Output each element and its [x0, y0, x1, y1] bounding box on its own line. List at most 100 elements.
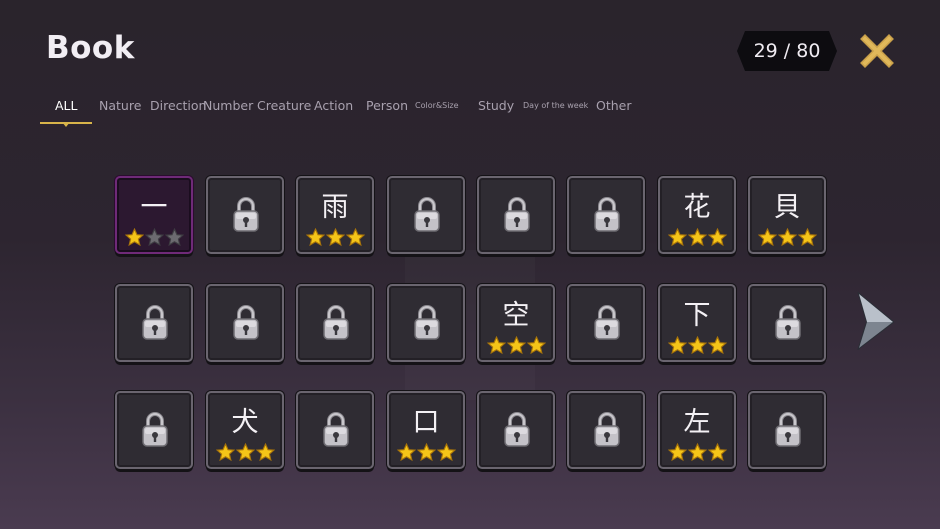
- star-rating: [208, 443, 282, 462]
- locked-card[interactable]: [115, 391, 193, 469]
- star-empty-icon: [164, 228, 184, 247]
- star-filled-icon: [667, 443, 687, 462]
- kanji-character: 花: [683, 192, 711, 223]
- star-filled-icon: [687, 443, 707, 462]
- padlock-icon: [775, 412, 801, 447]
- tab-all[interactable]: ALL: [55, 98, 77, 113]
- star-filled-icon: [235, 443, 255, 462]
- star-filled-icon: [255, 443, 275, 462]
- star-filled-icon: [707, 336, 727, 355]
- locked-card[interactable]: [748, 284, 826, 362]
- kanji-card[interactable]: 空: [477, 284, 555, 362]
- kanji-character: 雨: [321, 192, 349, 223]
- star-filled-icon: [707, 443, 727, 462]
- kanji-character: 空: [502, 300, 530, 331]
- star-filled-icon: [667, 336, 687, 355]
- star-rating: [660, 228, 734, 247]
- star-empty-icon: [144, 228, 164, 247]
- locked-card[interactable]: [567, 176, 645, 254]
- locked-card[interactable]: [477, 391, 555, 469]
- star-filled-icon: [506, 336, 526, 355]
- padlock-icon: [594, 412, 620, 447]
- tab-direction[interactable]: Direction: [150, 98, 206, 113]
- kanji-character: 犬: [231, 407, 259, 438]
- star-filled-icon: [667, 228, 687, 247]
- locked-card[interactable]: [387, 284, 465, 362]
- kanji-card[interactable]: 貝: [748, 176, 826, 254]
- star-filled-icon: [305, 228, 325, 247]
- star-rating: [117, 228, 191, 247]
- star-rating: [660, 336, 734, 355]
- kanji-card[interactable]: 左: [658, 391, 736, 469]
- next-arrow-icon: [857, 291, 895, 351]
- page-title: Book: [46, 30, 135, 66]
- star-filled-icon: [325, 228, 345, 247]
- kanji-card[interactable]: 犬: [206, 391, 284, 469]
- padlock-icon: [504, 412, 530, 447]
- padlock-icon: [142, 305, 168, 340]
- star-filled-icon: [345, 228, 365, 247]
- locked-card[interactable]: [296, 284, 374, 362]
- kanji-card[interactable]: 花: [658, 176, 736, 254]
- category-tabs: ALL Nature Direction Number Creature Action Pe…: [0, 92, 940, 132]
- locked-card[interactable]: [206, 284, 284, 362]
- close-button[interactable]: [860, 34, 894, 68]
- star-filled-icon: [797, 228, 817, 247]
- tab-study[interactable]: Study: [478, 98, 514, 113]
- star-filled-icon: [436, 443, 456, 462]
- kanji-character: 下: [683, 300, 711, 331]
- padlock-icon: [233, 197, 259, 232]
- padlock-icon: [142, 412, 168, 447]
- padlock-icon: [775, 305, 801, 340]
- padlock-icon: [594, 197, 620, 232]
- collection-progress-badge: 29 / 80: [737, 31, 837, 71]
- padlock-icon: [414, 305, 440, 340]
- star-filled-icon: [215, 443, 235, 462]
- star-filled-icon: [687, 228, 707, 247]
- kanji-character: 左: [683, 407, 711, 438]
- star-rating: [389, 443, 463, 462]
- kanji-card[interactable]: 雨: [296, 176, 374, 254]
- tab-number[interactable]: Number: [203, 98, 253, 113]
- padlock-icon: [323, 305, 349, 340]
- star-rating: [660, 443, 734, 462]
- tab-day-of-the-week[interactable]: Day of the week: [523, 101, 588, 110]
- star-filled-icon: [124, 228, 144, 247]
- locked-card[interactable]: [567, 284, 645, 362]
- kanji-character: 貝: [773, 192, 801, 223]
- star-filled-icon: [526, 336, 546, 355]
- locked-card[interactable]: [296, 391, 374, 469]
- locked-card[interactable]: [206, 176, 284, 254]
- tab-nature[interactable]: Nature: [99, 98, 141, 113]
- star-filled-icon: [486, 336, 506, 355]
- locked-card[interactable]: [477, 176, 555, 254]
- padlock-icon: [504, 197, 530, 232]
- padlock-icon: [594, 305, 620, 340]
- star-filled-icon: [777, 228, 797, 247]
- kanji-card[interactable]: 一: [115, 176, 193, 254]
- star-rating: [750, 228, 824, 247]
- kanji-card[interactable]: 口: [387, 391, 465, 469]
- tab-person[interactable]: Person: [366, 98, 408, 113]
- kanji-character: 一: [140, 192, 168, 223]
- star-filled-icon: [757, 228, 777, 247]
- locked-card[interactable]: [567, 391, 645, 469]
- locked-card[interactable]: [115, 284, 193, 362]
- star-filled-icon: [396, 443, 416, 462]
- tab-action[interactable]: Action: [314, 98, 353, 113]
- close-icon: [860, 34, 894, 68]
- next-page-button[interactable]: [855, 291, 895, 351]
- locked-card[interactable]: [387, 176, 465, 254]
- star-filled-icon: [416, 443, 436, 462]
- active-tab-caret-icon: [62, 122, 70, 127]
- locked-card[interactable]: [748, 391, 826, 469]
- star-filled-icon: [707, 228, 727, 247]
- tab-other[interactable]: Other: [596, 98, 632, 113]
- kanji-character: 口: [412, 407, 440, 438]
- padlock-icon: [233, 305, 259, 340]
- kanji-card[interactable]: 下: [658, 284, 736, 362]
- star-filled-icon: [687, 336, 707, 355]
- padlock-icon: [323, 412, 349, 447]
- tab-color-size[interactable]: Color&Size: [415, 101, 459, 110]
- tab-creature[interactable]: Creature: [257, 98, 311, 113]
